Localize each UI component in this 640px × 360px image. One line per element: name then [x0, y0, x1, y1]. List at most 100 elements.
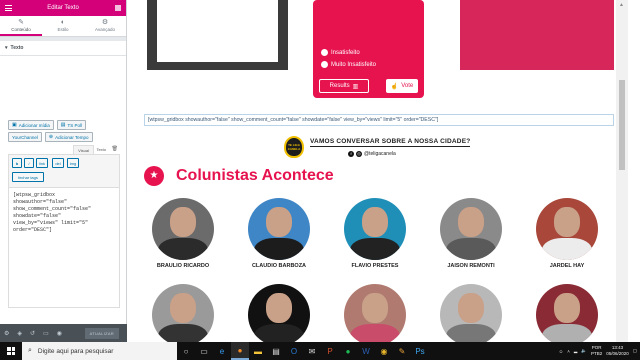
columnist-photo[interactable] [440, 198, 502, 260]
poll-option-1[interactable]: Insatisfeito [321, 49, 360, 56]
outlook-icon[interactable]: O [285, 342, 303, 360]
powerpoint-icon[interactable]: P [321, 342, 339, 360]
qt-link-button[interactable]: link [36, 158, 48, 168]
caret-down-icon: ▾ [5, 45, 8, 51]
chrome-icon[interactable]: ◉ [375, 342, 393, 360]
volume-icon[interactable]: 🔈 [581, 348, 587, 354]
person-head [554, 293, 580, 323]
person-head [458, 293, 484, 323]
spotify-icon[interactable]: ● [339, 342, 357, 360]
person-head [170, 293, 196, 323]
columnist-card[interactable]: JAISON REMONTI [431, 198, 511, 269]
columnist-photo[interactable] [344, 198, 406, 260]
clock[interactable]: 13:43 05/06/2020 [606, 345, 629, 357]
columnist-photo[interactable] [536, 198, 598, 260]
columnist-name[interactable]: JAISON REMONTI [431, 263, 511, 269]
columnist-name[interactable]: CLAUDIO BARBOZA [239, 263, 319, 269]
columnist-photo[interactable] [152, 284, 214, 342]
store-icon[interactable]: ▤ [267, 342, 285, 360]
columnist-photo[interactable] [440, 284, 502, 342]
chevron-up-icon[interactable]: ˄ [567, 349, 570, 354]
columnist-card[interactable] [239, 284, 319, 342]
person-body [350, 238, 400, 260]
trash-icon[interactable]: 🗑 [112, 146, 118, 152]
scroll-up-icon[interactable]: ▲ [619, 2, 624, 8]
quicktags-toolbar: b i link del img fechar tags [8, 154, 120, 188]
columnist-card[interactable] [431, 284, 511, 342]
columnist-photo[interactable] [248, 284, 310, 342]
ts-poll-button[interactable]: ▤ TS Poll [56, 120, 86, 130]
responsive-icon[interactable]: ▭ [43, 330, 49, 337]
task-view-icon[interactable]: ○ [177, 342, 195, 360]
word-icon[interactable]: W [357, 342, 375, 360]
menu-icon[interactable] [5, 5, 12, 11]
qt-italic-button[interactable]: i [24, 158, 34, 168]
file-explorer-icon[interactable]: ▬ [249, 342, 267, 360]
yourchannel-button[interactable]: YourChannel [8, 132, 42, 142]
social-handle: @teligacanela [364, 151, 396, 157]
search-icon: ⌕ [28, 347, 32, 354]
radio-icon [321, 61, 328, 68]
qt-close-tags-button[interactable]: fechar tags [12, 172, 44, 182]
pencil-icon: ✎ [18, 19, 24, 26]
panel-title: Editar Texto [47, 5, 79, 11]
task-view-icon-2[interactable]: ▭ [195, 342, 213, 360]
section-title: Colunistas Acontece [176, 167, 334, 184]
columnist-card[interactable]: JARDEL HAY [527, 198, 607, 269]
columnist-card[interactable] [527, 284, 607, 342]
conversation-banner[interactable]: TE LIGA CANELA VAMOS CONVERSAR SOBRE A N… [284, 136, 494, 162]
add-time-button[interactable]: ⊕ Adicionar Tempo [44, 132, 93, 142]
tab-content[interactable]: ✎ Conteúdo [0, 16, 42, 36]
tab-style[interactable]: ◐ Estilo [42, 16, 84, 36]
taskbar-search[interactable]: ⌕ Digite aqui para pesquisar [22, 342, 177, 360]
start-button[interactable] [0, 342, 22, 360]
poll-vote-button[interactable]: ☝ Vote [386, 79, 418, 93]
columnist-card[interactable]: CLAUDIO BARBOZA [239, 198, 319, 269]
columnist-name[interactable]: JARDEL HAY [527, 263, 607, 269]
photoshop-icon[interactable]: Ps [411, 342, 429, 360]
history-icon[interactable]: ↺ [30, 330, 35, 337]
columnist-photo[interactable] [248, 198, 310, 260]
columnist-name[interactable]: FLAVIO PRESTES [335, 263, 415, 269]
section-toggle-texto[interactable]: ▾ Texto [0, 41, 126, 56]
scroll-thumb[interactable] [619, 80, 625, 170]
firefox-icon[interactable]: ● [231, 342, 249, 360]
widgets-grid-icon[interactable] [115, 5, 121, 11]
settings-icon[interactable]: ⚙ [4, 330, 9, 337]
paint-icon[interactable]: ✎ [393, 342, 411, 360]
columnist-card[interactable]: BRAULIO RICARDO [143, 198, 223, 269]
people-icon[interactable]: ☺ [559, 349, 564, 354]
add-media-button[interactable]: ▣ Adicionar mídia [8, 120, 54, 130]
tab-text[interactable]: Texto [92, 145, 110, 154]
update-button[interactable]: ATUALIZAR [84, 327, 119, 339]
poll-option-2[interactable]: Muito Insatisfeito [321, 61, 376, 68]
notifications-icon[interactable]: ▢ [633, 348, 637, 354]
person-body [542, 324, 592, 342]
poll-results-button[interactable]: Results ▥ [319, 79, 369, 93]
qt-img-button[interactable]: img [67, 158, 79, 168]
layers-icon[interactable]: ◈ [17, 330, 22, 337]
tab-visual[interactable]: Visual [73, 145, 94, 154]
code-textarea[interactable]: [wtpsw_gridbox showauthor="false" show_c… [8, 188, 120, 308]
columnist-card[interactable] [143, 284, 223, 342]
tab-advanced[interactable]: ⚙ Avançado [84, 16, 126, 36]
columnist-card[interactable]: FLAVIO PRESTES [335, 198, 415, 269]
columnist-photo[interactable] [344, 284, 406, 342]
columnist-photo[interactable] [152, 198, 214, 260]
columnist-name[interactable]: BRAULIO RICARDO [143, 263, 223, 269]
columnist-photo[interactable] [536, 284, 598, 342]
poll-icon: ▤ [60, 122, 66, 128]
network-icon[interactable]: ▂ [574, 348, 577, 354]
instagram-icon[interactable]: ◎ [356, 151, 362, 157]
facebook-icon[interactable]: f [348, 151, 354, 157]
columnist-card[interactable] [335, 284, 415, 342]
qt-bold-button[interactable]: b [12, 158, 22, 168]
language-indicator[interactable]: POR PTB2 [591, 345, 602, 357]
page-scrollbar[interactable]: ▲ [616, 0, 628, 342]
mail-icon[interactable]: ✉ [303, 342, 321, 360]
person-head [266, 207, 292, 237]
preview-eye-icon[interactable]: ◉ [57, 330, 62, 337]
system-tray: ☺ ˄ ▂ 🔈 POR PTB2 13:43 05/06/2020 ▢ [559, 345, 640, 357]
edge-icon[interactable]: e [213, 342, 231, 360]
qt-del-button[interactable]: del [52, 158, 64, 168]
